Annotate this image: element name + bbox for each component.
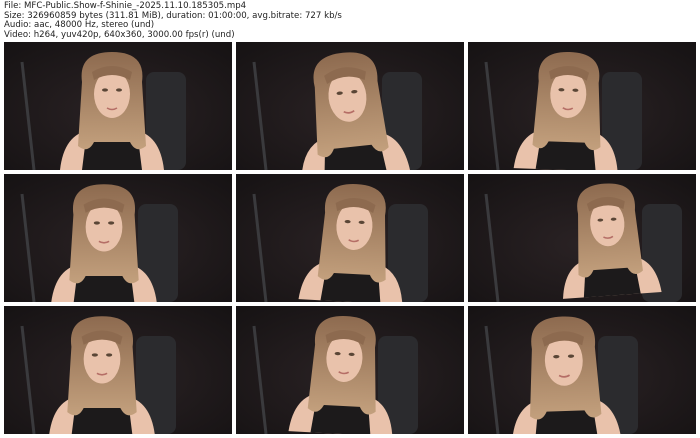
thumbnail-frame-8[interactable] [236, 306, 464, 434]
video-frame-image [4, 306, 232, 434]
thumbnail-frame-7[interactable] [4, 306, 232, 434]
thumbnail-grid [0, 0, 700, 438]
thumbnail-frame-4[interactable] [4, 174, 232, 302]
video-frame-image [236, 306, 464, 434]
thumbnail-frame-6[interactable] [468, 174, 696, 302]
video-frame-image [468, 174, 696, 302]
thumbnail-frame-3[interactable] [468, 42, 696, 170]
thumbnail-frame-1[interactable] [4, 42, 232, 170]
video-frame-image [468, 306, 696, 434]
video-frame-image [468, 42, 696, 170]
video-frame-image [236, 42, 464, 170]
video-frame-image [4, 174, 232, 302]
thumbnail-frame-5[interactable] [236, 174, 464, 302]
thumbnail-frame-2[interactable] [236, 42, 464, 170]
video-frame-image [4, 42, 232, 170]
thumbnail-frame-9[interactable] [468, 306, 696, 434]
video-frame-image [236, 174, 464, 302]
